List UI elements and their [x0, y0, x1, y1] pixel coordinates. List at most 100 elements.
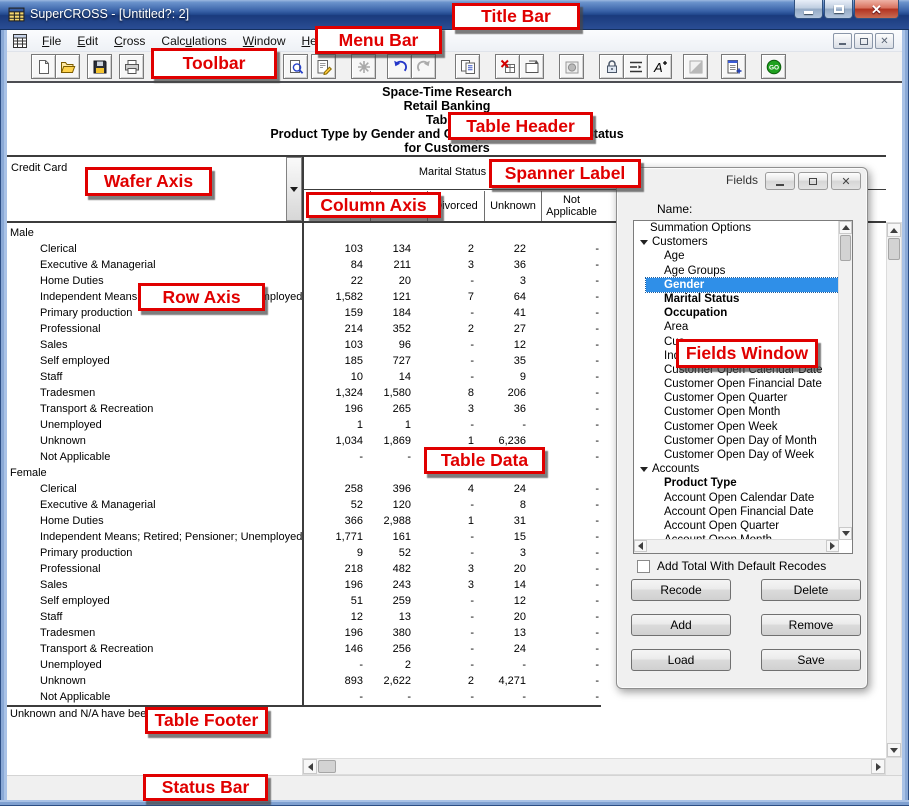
table-row[interactable]: Clerical103134222- [7, 241, 599, 257]
fields-list[interactable]: Summation OptionsCustomersAgeAge GroupsG… [633, 220, 853, 554]
field-item[interactable]: Customers [634, 235, 839, 249]
font-size-button[interactable]: A [647, 54, 672, 79]
field-options-button[interactable] [623, 54, 648, 79]
open-button[interactable] [55, 54, 80, 79]
table-row[interactable]: Male [7, 225, 599, 241]
hide-button[interactable] [559, 54, 584, 79]
undo-button[interactable] [387, 54, 412, 79]
maximize-button[interactable] [824, 0, 853, 19]
scroll-left-button[interactable] [303, 759, 317, 774]
fields-restore-button[interactable] [798, 172, 828, 190]
field-item[interactable]: Account Open Financial Date [634, 505, 839, 519]
close-button[interactable]: ✕ [854, 0, 899, 19]
field-item[interactable]: Occupation [634, 306, 839, 320]
document-icon[interactable] [12, 33, 28, 49]
table-row[interactable]: Professional218482320- [7, 561, 599, 577]
mdi-restore-button[interactable] [854, 33, 873, 49]
field-item[interactable]: Customer Open Day of Week [634, 448, 839, 462]
menu-item-file[interactable]: File [34, 31, 69, 51]
table-row[interactable]: Clerical258396424- [7, 481, 599, 497]
recode-button[interactable]: Recode [631, 579, 731, 601]
column-header[interactable]: Not Applicable [541, 191, 601, 221]
table-row[interactable]: Independent Means; Retired; Pensioner; U… [7, 289, 599, 305]
scroll-right-button[interactable] [871, 759, 885, 774]
field-item[interactable]: Customer Open Quarter [634, 391, 839, 405]
add-table-button[interactable] [721, 54, 746, 79]
go-button[interactable]: GO [761, 54, 786, 79]
field-item[interactable]: Age Groups [634, 264, 839, 278]
field-item[interactable]: Customer Open Month [634, 405, 839, 419]
table-row[interactable]: Executive & Managerial52120-8- [7, 497, 599, 513]
field-item[interactable]: Summation Options [634, 221, 839, 235]
field-item[interactable]: Account Open Quarter [634, 519, 839, 533]
print-preview-button[interactable] [283, 54, 308, 79]
new-document-button[interactable] [31, 54, 56, 79]
vertical-scrollbar[interactable] [886, 222, 902, 758]
table-row[interactable]: Primary production159184-41- [7, 305, 599, 321]
load-button[interactable]: Load [631, 649, 731, 671]
field-item[interactable]: Customer Open Financial Date [634, 377, 839, 391]
table-row[interactable]: Primary production952-3- [7, 545, 599, 561]
field-item[interactable]: Customer Open Day of Month [634, 434, 839, 448]
lock-button[interactable] [599, 54, 624, 79]
expand-arrow-icon[interactable] [640, 240, 648, 249]
save-button[interactable] [87, 54, 112, 79]
field-item[interactable]: Age [634, 249, 839, 263]
field-item[interactable]: Accounts [634, 462, 839, 476]
copy-button[interactable] [455, 54, 480, 79]
table-row[interactable]: Staff1014-9- [7, 369, 599, 385]
table-row[interactable]: Not Applicable----- [7, 689, 599, 705]
wafer-axis-label[interactable]: Credit Card [11, 162, 67, 174]
menu-item-cross[interactable]: Cross [106, 31, 153, 51]
table-row[interactable]: Executive & Managerial84211336- [7, 257, 599, 273]
delete-button[interactable]: Delete [761, 579, 861, 601]
explode-button[interactable] [351, 54, 376, 79]
table-row[interactable]: Self employed51259-12- [7, 593, 599, 609]
transpose-button[interactable] [519, 54, 544, 79]
scroll-down-button[interactable] [887, 743, 901, 757]
wafer-dropdown-button[interactable] [286, 157, 302, 221]
table-row[interactable]: Unknown8932,62224,271- [7, 673, 599, 689]
field-item[interactable]: Product Type [634, 476, 839, 490]
horizontal-scrollbar[interactable] [302, 758, 886, 775]
expand-arrow-icon[interactable] [640, 467, 648, 476]
table-row[interactable]: Self employed185727-35- [7, 353, 599, 369]
field-item[interactable]: Customer Open Week [634, 420, 839, 434]
edit-properties-button[interactable] [311, 54, 336, 79]
table-row[interactable]: Transport & Recreation196265336- [7, 401, 599, 417]
table-row[interactable]: Tradesmen196380-13- [7, 625, 599, 641]
print-button[interactable] [119, 54, 144, 79]
delete-derivation-button[interactable] [495, 54, 520, 79]
column-header[interactable]: Unknown [484, 191, 541, 221]
fields-scroll-thumb[interactable] [840, 235, 851, 261]
fields-list-vscrollbar[interactable] [838, 221, 852, 540]
scroll-up-button[interactable] [887, 223, 901, 237]
remove-button[interactable]: Remove [761, 614, 861, 636]
menu-item-edit[interactable]: Edit [69, 31, 106, 51]
table-row[interactable]: Staff1213-20- [7, 609, 599, 625]
field-item[interactable]: Area [634, 320, 839, 334]
table-row[interactable]: Unemployed-2--- [7, 657, 599, 673]
add-button[interactable]: Add [631, 614, 731, 636]
fields-scroll-down-button[interactable] [839, 527, 852, 540]
table-row[interactable]: Professional214352227- [7, 321, 599, 337]
redo-button[interactable] [411, 54, 436, 79]
table-row[interactable]: Sales196243314- [7, 577, 599, 593]
mdi-close-button[interactable]: ✕ [875, 33, 894, 49]
table-row[interactable]: Sales10396-12- [7, 337, 599, 353]
fields-minimize-button[interactable] [765, 172, 795, 190]
field-item[interactable]: Gender [646, 278, 839, 292]
shade-button[interactable] [683, 54, 708, 79]
fields-list-hscrollbar[interactable] [634, 539, 839, 553]
add-total-checkbox[interactable] [637, 560, 650, 573]
fields-scroll-right-button[interactable] [826, 540, 839, 552]
horizontal-scroll-thumb[interactable] [318, 760, 336, 773]
fields-close-button[interactable]: ✕ [831, 172, 861, 190]
field-item[interactable]: Marital Status [634, 292, 839, 306]
minimize-button[interactable] [794, 0, 823, 19]
mdi-minimize-button[interactable] [833, 33, 852, 49]
fields-scroll-left-button[interactable] [634, 540, 647, 552]
fields-scroll-up-button[interactable] [839, 221, 852, 234]
save-button[interactable]: Save [761, 649, 861, 671]
table-row[interactable]: Independent Means; Retired; Pensioner; U… [7, 529, 599, 545]
